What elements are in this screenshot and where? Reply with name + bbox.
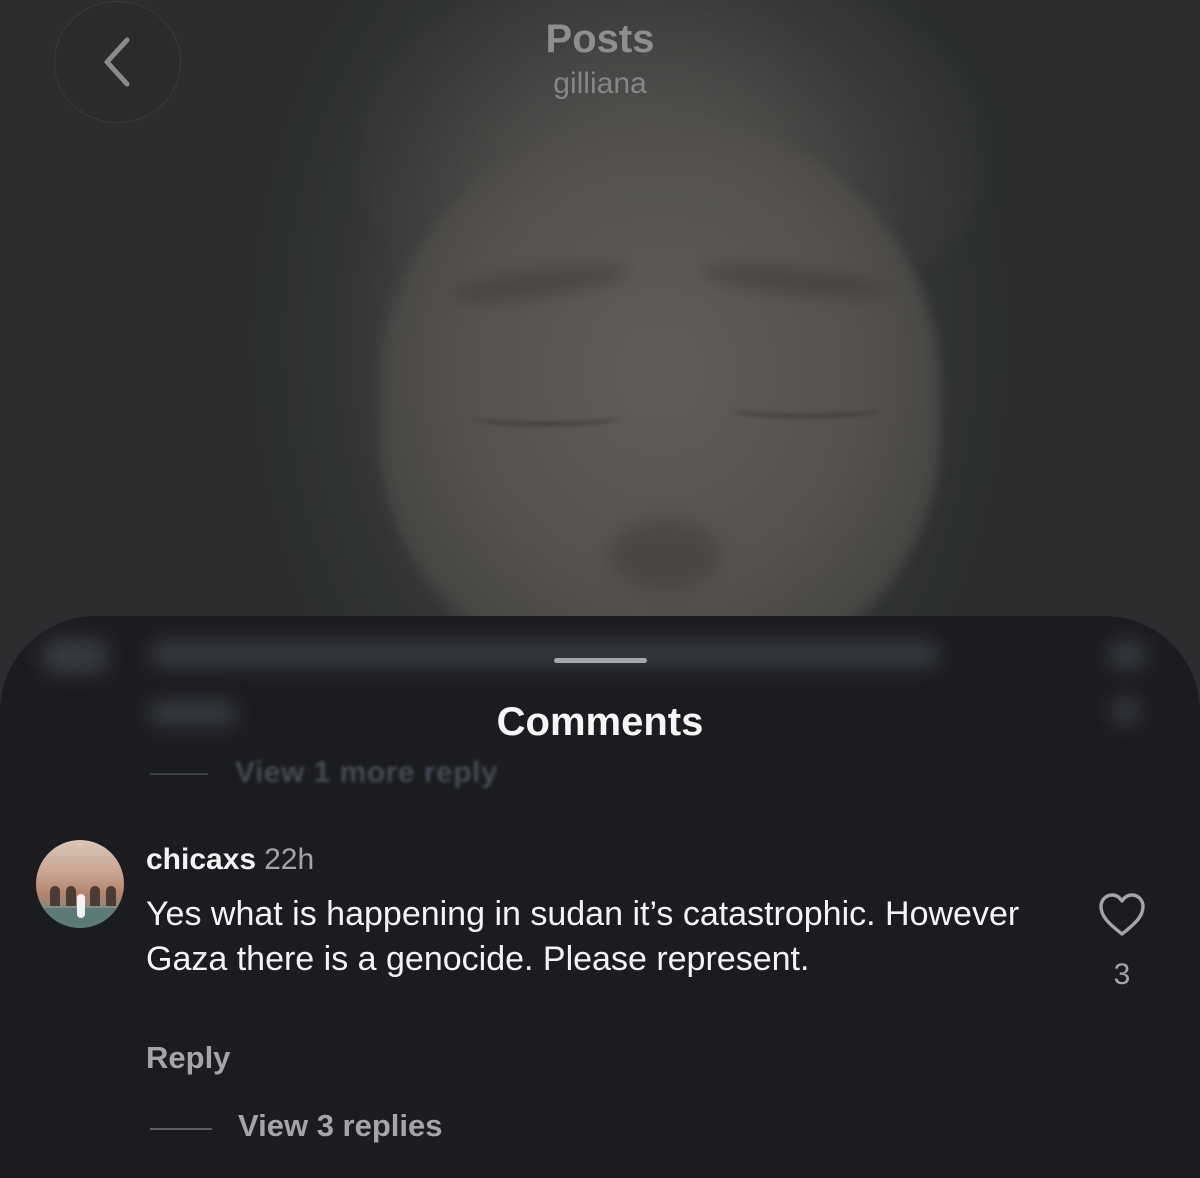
comment-text: Yes what is happening in sudan it’s cata… bbox=[146, 895, 1020, 978]
nav-header: Posts gilliana bbox=[400, 14, 800, 104]
sheet-title: Comments bbox=[496, 700, 704, 744]
comment-username[interactable]: chicaxs bbox=[146, 843, 256, 876]
divider-line bbox=[150, 773, 208, 775]
page-title: Posts bbox=[545, 17, 655, 61]
avatar[interactable] bbox=[36, 840, 124, 928]
reply-button[interactable]: Reply bbox=[146, 1040, 230, 1076]
post-comments-screen: Posts gilliana View 1 more reply Comment… bbox=[0, 0, 1200, 1178]
sheet-grabber-handle[interactable] bbox=[554, 658, 647, 663]
comments-sheet: View 1 more reply Comments chicaxs 22h Ye… bbox=[0, 616, 1200, 1178]
comment-header: chicaxs 22h bbox=[146, 841, 314, 879]
blurred-avatar bbox=[40, 638, 110, 674]
blurred-comment-text bbox=[150, 640, 940, 668]
like-button[interactable] bbox=[1098, 892, 1146, 938]
replies-divider bbox=[150, 1128, 212, 1130]
post-image bbox=[0, 0, 1200, 700]
heart-outline-icon bbox=[1099, 893, 1145, 936]
chevron-left-icon bbox=[104, 37, 129, 87]
blurred-heart bbox=[1108, 640, 1146, 670]
view-replies-button[interactable]: View 3 replies bbox=[238, 1108, 443, 1144]
back-button[interactable] bbox=[54, 1, 181, 123]
page-subtitle-username[interactable]: gilliana bbox=[400, 64, 800, 104]
view-more-reply-link[interactable]: View 1 more reply bbox=[235, 756, 498, 790]
like-count: 3 bbox=[1113, 958, 1131, 991]
comment-timestamp: 22h bbox=[264, 843, 315, 876]
